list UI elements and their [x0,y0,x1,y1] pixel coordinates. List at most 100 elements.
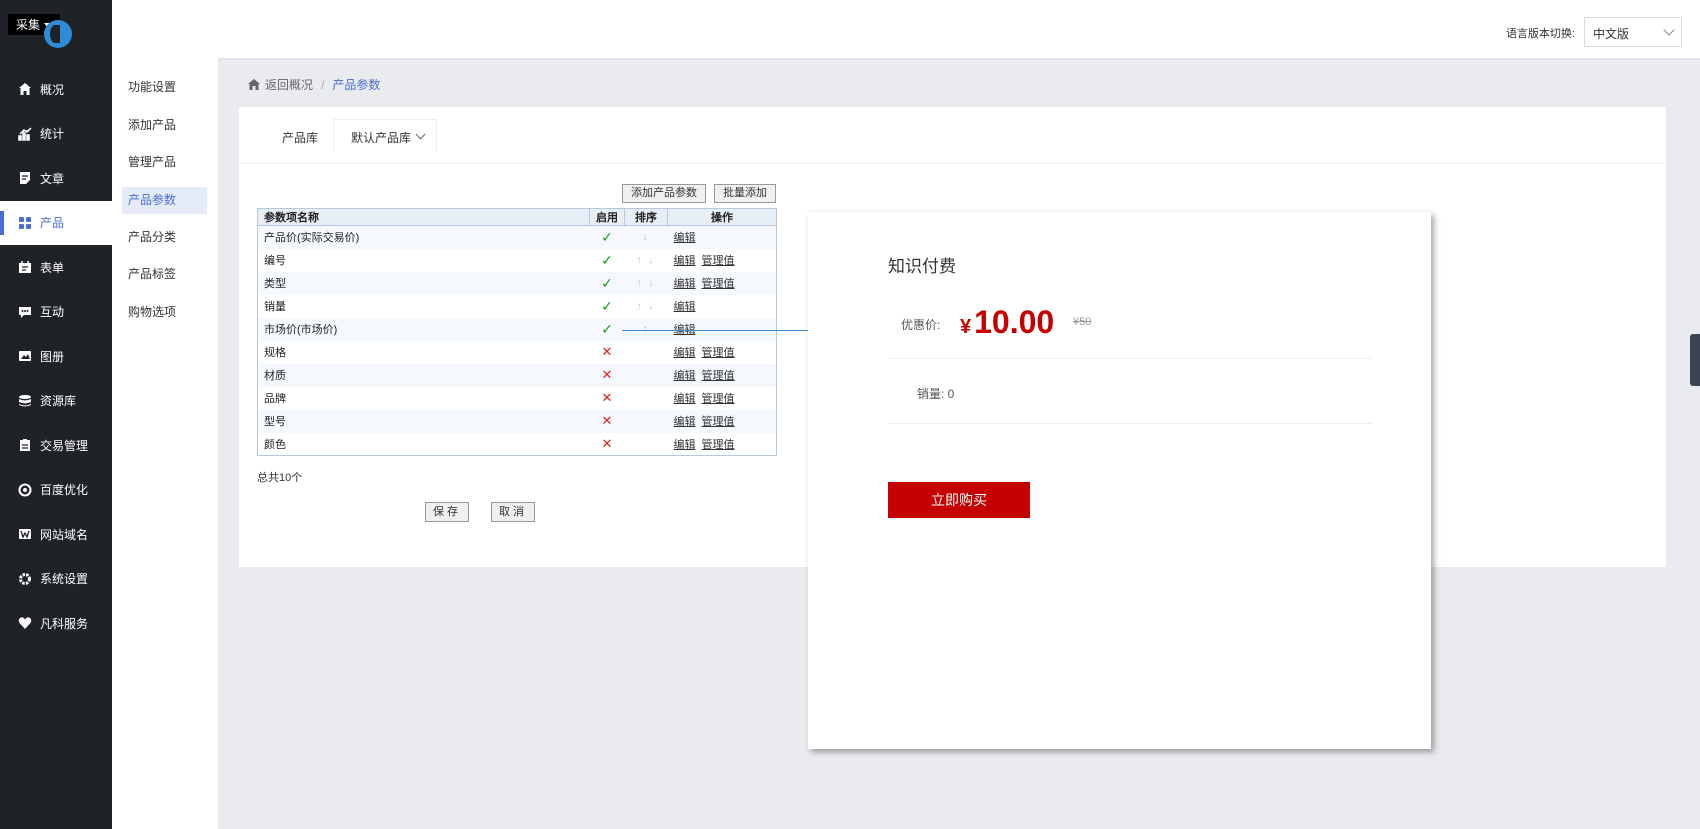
subnav-item-0[interactable]: 功能设置 [122,74,207,101]
library-label: 产品库 [282,131,319,145]
edit-link[interactable]: 编辑 [674,232,696,244]
home-icon [248,79,260,90]
disabled-cross-icon[interactable]: ✕ [602,436,613,451]
enabled-check-icon[interactable]: ✓ [601,275,613,291]
side-drawer-handle[interactable] [1690,334,1700,386]
manage-values-link[interactable]: 管理值 [702,347,735,359]
divider [888,423,1372,424]
language-switch-label: 语言版本切换: [1505,28,1575,40]
edit-link[interactable]: 编辑 [674,347,696,359]
sidebar-item-label: 互动 [40,305,65,320]
subnav-item-4[interactable]: 产品分类 [122,224,207,251]
batch-add-button[interactable]: 批量添加 [714,184,776,203]
price-value: 10.00 [974,304,1055,340]
language-select[interactable]: 中文版 [1584,17,1682,47]
table-header-row: 参数项名称 启用 排序 操作 [257,208,777,226]
param-name: 颜色 [264,438,286,451]
sidebar-item-label: 资源库 [40,394,77,409]
sidebar-item-10[interactable]: 网站域名 [0,512,112,557]
sidebar-item-1[interactable]: 统计 [0,112,112,157]
sidebar-item-label: 网站域名 [40,527,89,542]
library-select[interactable]: 默认产品库 [333,119,437,151]
calendar-icon [19,261,31,274]
sidebar-item-8[interactable]: 交易管理 [0,423,112,468]
sidebar-item-label: 概况 [40,82,65,97]
save-button[interactable]: 保存 [425,502,469,522]
sort-arrows-icon[interactable]: ↑ ↓ [637,255,656,266]
subnav-item-5[interactable]: 产品标签 [122,261,207,288]
edit-link[interactable]: 编辑 [674,416,696,428]
language-select-value: 中文版 [1593,27,1630,41]
disabled-cross-icon[interactable]: ✕ [602,367,613,382]
add-param-button[interactable]: 添加产品参数 [622,184,706,203]
total-count: 总共10个 [257,472,303,484]
param-name: 规格 [264,347,286,359]
manage-values-link[interactable]: 管理值 [702,393,735,405]
sidebar-item-0[interactable]: 概况 [0,67,112,112]
edit-link[interactable]: 编辑 [674,301,696,313]
subnav-item-1[interactable]: 添加产品 [122,112,207,139]
column-header-enabled: 启用 [589,208,625,226]
table-row: 颜色 ✕ 编辑 管理值 [258,433,777,456]
sidebar-item-11[interactable]: 系统设置 [0,557,112,602]
sidebar-item-9[interactable]: 百度优化 [0,468,112,513]
sidebar-item-4[interactable]: 表单 [0,245,112,290]
param-name: 材质 [257,363,590,387]
disabled-cross-icon[interactable]: ✕ [602,413,613,428]
sidebar-item-label: 统计 [40,127,65,142]
table-row: 型号 ✕ 编辑 管理值 [257,409,777,433]
manage-values-link[interactable]: 管理值 [702,439,735,451]
manage-values-link[interactable]: 管理值 [702,416,735,428]
param-name: 销量 [264,301,286,313]
cancel-button[interactable]: 取消 [491,502,535,522]
edit-link[interactable]: 编辑 [674,370,696,382]
sort-arrows-icon[interactable]: ↑ ↓ [637,278,656,289]
edit-link[interactable]: 编辑 [674,255,696,267]
sidebar-item-label: 图册 [40,349,65,364]
refresh-icon [18,483,32,497]
sort-arrows-icon[interactable]: ↓ [643,232,650,243]
enabled-check-icon[interactable]: ✓ [601,252,613,268]
manage-values-link[interactable]: 管理值 [702,278,735,290]
preview-sales: 销量: 0 [917,387,955,401]
enabled-check-icon[interactable]: ✓ [601,229,613,245]
disabled-cross-icon[interactable]: ✕ [602,390,613,405]
manage-values-link[interactable]: 管理值 [702,370,735,382]
image-icon [19,351,31,362]
sidebar-nav: 概况统计文章产品表单互动图册资源库交易管理 百度优化网站域名系统设置凡科服务 [0,67,112,646]
currency-symbol: ¥ [960,316,972,338]
sidebar-item-7[interactable]: 资源库 [0,379,112,424]
sidebar-item-6[interactable]: 图册 [0,334,112,379]
home-icon [19,83,31,96]
sidebar-item-2[interactable]: 文章 [0,156,112,201]
edit-link[interactable]: 编辑 [674,393,696,405]
enabled-check-icon[interactable]: ✓ [601,298,613,314]
edit-link[interactable]: 编辑 [674,439,696,451]
table-row: 品牌 ✕ 编辑 管理值 [258,387,777,410]
enabled-check-icon[interactable]: ✓ [601,321,613,337]
param-name: 型号 [257,409,590,433]
subnav-item-2[interactable]: 管理产品 [122,149,207,176]
sidebar-item-12[interactable]: 凡科服务 [0,601,112,646]
subnav-item-6[interactable]: 购物选项 [122,299,207,326]
breadcrumb-back-link[interactable]: 返回概况 [265,76,313,93]
subnav-item-3[interactable]: 产品参数 [122,187,207,214]
logo-area: 采集 [4,4,112,60]
table-row: 销量 ✓ ↑ ↓ 编辑 [258,295,777,318]
sidebar-item-5[interactable]: 互动 [0,290,112,335]
edit-link[interactable]: 编辑 [674,278,696,290]
disabled-cross-icon[interactable]: ✕ [602,344,613,359]
sidebar-item-label: 产品 [40,216,65,231]
param-name: 编号 [264,255,286,267]
breadcrumb-current: 产品参数 [332,78,381,92]
buy-now-button[interactable]: 立即购买 [888,482,1030,518]
breadcrumb-separator: / [321,77,325,92]
sort-arrows-icon[interactable]: ↑ ↓ [637,301,656,312]
chat-icon [19,306,31,318]
sidebar-item-3[interactable]: 产品 [0,200,112,245]
sidebar-item-label: 表单 [40,260,65,275]
sidebar-item-label: 凡科服务 [40,616,89,631]
manage-values-link[interactable]: 管理值 [702,255,735,267]
grid-icon [19,216,31,229]
preview-price-label: 优惠价: [901,318,941,332]
